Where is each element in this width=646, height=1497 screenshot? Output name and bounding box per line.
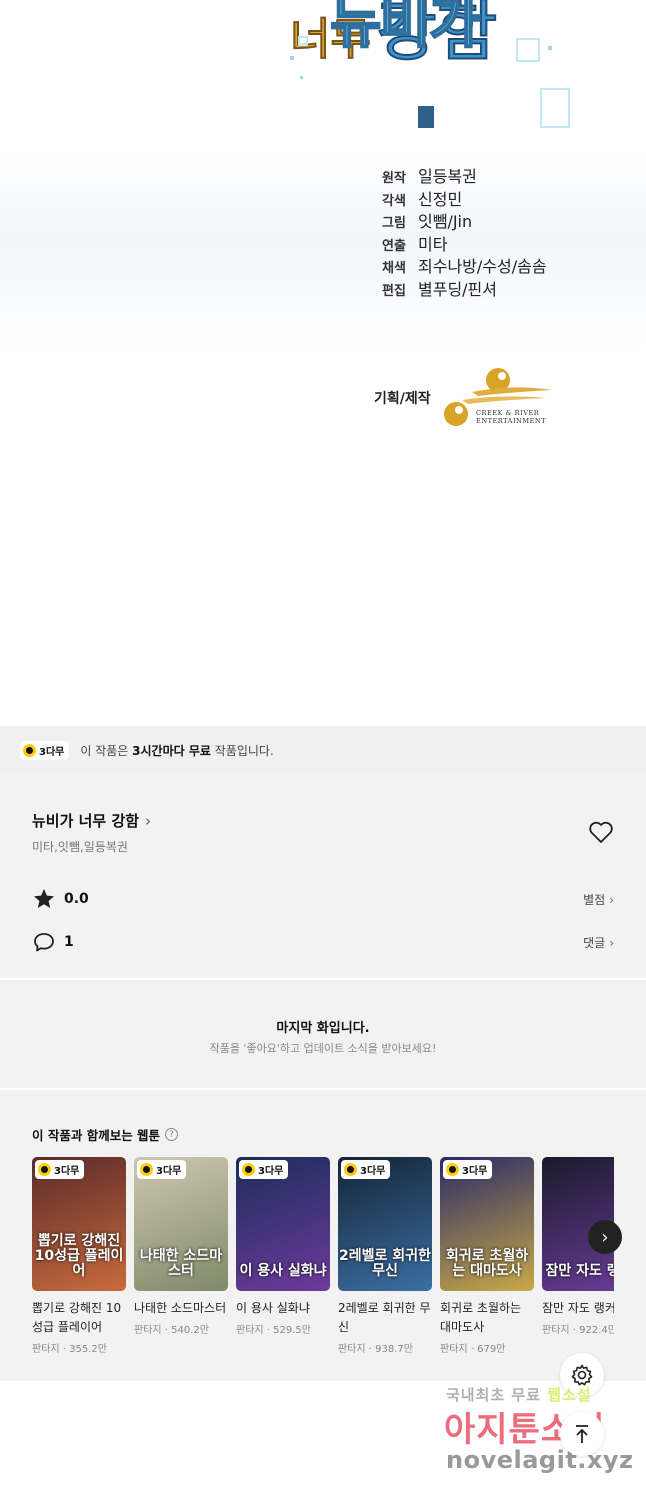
clock-icon xyxy=(446,1163,459,1176)
free-badge: 3다무 xyxy=(137,1160,187,1179)
next-arrow-icon[interactable]: › xyxy=(588,1220,622,1254)
recommendation-card[interactable]: 3다무 이 용사 실화냐 이 용사 실화냐 판타지 · 529.5만 xyxy=(236,1157,330,1336)
clock-icon xyxy=(140,1163,153,1176)
credit-row: 연출 미타 xyxy=(382,234,448,254)
recommendation-title[interactable]: 이 용사 실화냐 xyxy=(236,1299,330,1318)
credit-row: 편집 별푸딩/핀셔 xyxy=(382,279,497,299)
credit-row: 각색 신정민 xyxy=(382,189,463,209)
recommendation-meta: 판타지 · 540.2만 xyxy=(134,1325,209,1336)
chevron-right-icon: › xyxy=(609,935,614,950)
rating-link[interactable]: 별점 › xyxy=(583,891,614,908)
recommendation-cover[interactable]: 3다무이 용사 실화냐 xyxy=(236,1157,330,1291)
series-logo: 뉴비가 너무 강함 xyxy=(289,0,580,128)
credits-list: 원작 일등복권 각색 신정민 그림 잇뺌/Jin 연출 미타 채색 죄수나방/수성/솜솜 … xyxy=(382,163,547,299)
heart-icon[interactable] xyxy=(588,820,614,844)
recommendation-title[interactable]: 회귀로 초월하는 대마도사 xyxy=(440,1299,534,1337)
recommendation-title[interactable]: 잠만 자도 랭커 xyxy=(542,1299,614,1318)
studio-name: CREEK & RIVER ENTERTAINMENT xyxy=(476,409,547,425)
rating-value: 0.0 xyxy=(64,891,89,907)
recommendation-card[interactable]: 3다무 회귀로 초월하는 대마도사 회귀로 초월하는 대마도사 판타지 · 679만 xyxy=(440,1157,534,1355)
free-badge: 3다무 xyxy=(341,1160,391,1179)
scroll-top-icon xyxy=(576,1425,588,1443)
chevron-right-icon: › xyxy=(145,811,152,830)
last-episode-title: 마지막 화입니다. xyxy=(276,1021,370,1036)
recommendation-meta: 판타지 · 938.7만 xyxy=(338,1344,413,1355)
credit-row: 그림 잇뺌/Jin xyxy=(382,212,473,232)
last-episode-panel: 마지막 화입니다. 작품을 '좋아요'하고 업데이트 소식을 받아보세요! xyxy=(0,980,646,1088)
recommendation-cover[interactable]: 3다무뽑기로 강해진 10성급 플레이어 xyxy=(32,1157,126,1291)
comments-link[interactable]: 댓글 › xyxy=(583,934,614,951)
star-icon xyxy=(34,889,54,908)
clock-icon xyxy=(23,743,36,757)
clock-icon xyxy=(242,1163,255,1176)
recommendations-section: 이 작품과 함께보는 웹툰 ? 3다무 뽑기로 강해진 10성급 플레이어 뽑기로 … xyxy=(0,1090,646,1381)
cover-title-art: 뽑기로 강해진 10성급 플레이어 xyxy=(34,1233,124,1279)
recommendation-card[interactable]: 3다무 나태한 소드마스터 나태한 소드마스터 판타지 · 540.2만 xyxy=(134,1157,228,1336)
comments-row: 1 댓글 › xyxy=(32,930,614,954)
cover-title-art: 나태한 소드마스터 xyxy=(139,1248,223,1279)
notice-text: 이 작품은 3시간마다 무료 작품입니다. xyxy=(80,743,274,758)
help-icon[interactable]: ? xyxy=(165,1128,179,1141)
recommendations-title: 이 작품과 함께보는 웹툰 ? xyxy=(32,1125,179,1144)
series-title[interactable]: 뉴비가 너무 강함 xyxy=(32,810,139,831)
cover-title-art: 잠만 자도 랭커 xyxy=(545,1263,614,1279)
credit-row: 원작 일등복권 xyxy=(382,167,477,186)
rating-row: 0.0 별점 › xyxy=(32,887,614,911)
recommendation-title[interactable]: 나태한 소드마스터 xyxy=(134,1299,228,1318)
series-authors: 미타,잇뺌,일등복권 xyxy=(32,840,128,854)
chevron-right-icon: › xyxy=(609,892,614,907)
free-badge: 3다무 xyxy=(239,1160,289,1179)
comic-last-page: 뉴비가 너무 강함 원작 일등복권 각색 신정민 그림 잇뺌/Jin 연출 미타 채색 죄… xyxy=(0,0,646,726)
clock-icon xyxy=(38,1163,51,1176)
free-badge: 3다무 xyxy=(443,1160,493,1179)
free-badge: 3다무 xyxy=(35,1160,85,1179)
recommendation-meta: 판타지 · 922.4만 xyxy=(542,1325,614,1336)
recommendation-cover[interactable]: 3다무나태한 소드마스터 xyxy=(134,1157,228,1291)
series-title-link[interactable]: 뉴비가 너무 강함 › xyxy=(32,810,151,831)
recommendation-title[interactable]: 뽑기로 강해진 10성급 플레이어 xyxy=(32,1299,126,1337)
production-label: 기획/제작 xyxy=(374,391,431,407)
recommendation-meta: 판타지 · 355.2만 xyxy=(32,1344,107,1355)
cover-title-art: 2레벨로 회귀한 무신 xyxy=(339,1248,431,1279)
scroll-top-button[interactable] xyxy=(560,1412,604,1456)
recommendation-meta: 판타지 · 679만 xyxy=(440,1344,506,1355)
series-info-panel: 뉴비가 너무 강함 › 미타,잇뺌,일등복권 0.0 별점 › 1 댓글 › xyxy=(0,774,646,978)
comment-icon xyxy=(34,933,54,952)
recommendation-card[interactable]: 3다무 2레벨로 회귀한 무신 2레벨로 회귀한 무신판타지 · 938.7만 xyxy=(338,1157,432,1355)
cover-title-art: 회귀로 초월하는 대마도사 xyxy=(445,1248,529,1279)
recommendation-cover[interactable]: 3다무회귀로 초월하는 대마도사 xyxy=(440,1157,534,1291)
background-haze xyxy=(0,150,646,350)
logo-text-line1: 뉴비가 xyxy=(329,0,482,57)
recommendation-title[interactable]: 2레벨로 회귀한 무신 xyxy=(338,1299,432,1337)
free-badge: 3다무 xyxy=(20,740,70,760)
recommendation-cover[interactable]: 3다무 2레벨로 회귀한 무신 xyxy=(338,1157,432,1291)
recommendation-meta: 판타지 · 529.5만 xyxy=(236,1325,311,1336)
free-notice-bar: 3다무 이 작품은 3시간마다 무료 작품입니다. xyxy=(0,726,646,774)
recommendation-carousel: 3다무 뽑기로 강해진 10성급 플레이어 뽑기로 강해진 10성급 플레이어 판타지… xyxy=(32,1157,614,1377)
cover-title-art: 이 용사 실화냐 xyxy=(239,1263,327,1279)
recommendation-card[interactable]: 3다무 뽑기로 강해진 10성급 플레이어 뽑기로 강해진 10성급 플레이어 판타지… xyxy=(32,1157,126,1355)
clock-icon xyxy=(344,1163,357,1176)
last-episode-subtitle: 작품을 '좋아요'하고 업데이트 소식을 받아보세요! xyxy=(209,1042,437,1055)
credit-row: 채색 죄수나방/수성/솜솜 xyxy=(382,257,547,277)
comments-count: 1 xyxy=(64,934,74,950)
